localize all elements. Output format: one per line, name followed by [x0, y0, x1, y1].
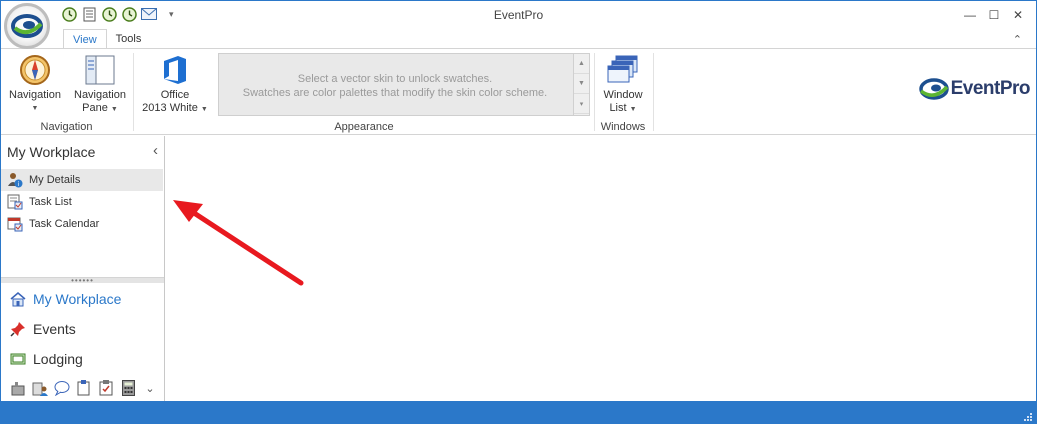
navigation-pane: My Workplace ‹ i My Details Task List Ta… [1, 136, 165, 401]
window-list-button[interactable]: Window List ▼ [597, 53, 649, 116]
nav-overflow-row: ⌄ [10, 380, 158, 396]
task-list-icon [7, 194, 23, 210]
brand-name: EventPro [950, 78, 1031, 99]
nav-pane-header: My Workplace [7, 144, 96, 160]
nav-button-label: Lodging [33, 351, 83, 367]
resize-grip-icon[interactable] [1023, 412, 1033, 422]
navigation-button[interactable]: Navigation ▼ [7, 53, 63, 115]
nav-item-label: My Details [29, 174, 81, 186]
tab-view[interactable]: View [63, 29, 107, 49]
user-info-icon: i [8, 173, 23, 188]
ribbon: Navigation ▼ Navigation Pane ▼ Navigatio… [1, 48, 1036, 135]
maximize-button[interactable]: ☐ [982, 5, 1006, 25]
eventpro-brand-logo: EventPro [918, 77, 1031, 101]
collapse-pane-icon[interactable]: ‹ [153, 142, 158, 159]
stacked-windows-icon [606, 53, 640, 87]
gallery-scrollbar[interactable]: ▲ ▼ ▾ [573, 54, 589, 115]
nav-item-label: Task List [29, 196, 72, 208]
office-logo-icon [158, 53, 192, 87]
title-bar: ▾ EventPro — ☐ ✕ [1, 1, 1036, 49]
task-calendar-icon [7, 217, 23, 232]
nav-button-my-workplace[interactable]: My Workplace [1, 285, 163, 313]
nav-button-label: My Workplace [33, 291, 122, 307]
close-button[interactable]: ✕ [1006, 5, 1030, 25]
status-bar [1, 401, 1036, 423]
group-separator [653, 53, 654, 131]
appearance-group-label: Appearance [334, 121, 394, 133]
navigation-button-label: Navigation [9, 89, 61, 101]
office-skin-line1: Office [160, 89, 190, 101]
pushpin-icon [10, 322, 25, 337]
nav-button-label: Events [33, 321, 76, 337]
clipboard-check-icon[interactable] [98, 380, 114, 396]
navigation-pane-button[interactable]: Navigation Pane ▼ [71, 53, 129, 116]
navigation-pane-line2: Pane ▼ [82, 102, 118, 114]
collapse-ribbon-icon[interactable]: ⌃ [1013, 33, 1022, 46]
window-list-line2: List ▼ [609, 102, 637, 114]
gallery-scroll-down-icon[interactable]: ▼ [574, 74, 589, 94]
red-arrow-annotation [173, 200, 304, 286]
minimize-button[interactable]: — [958, 5, 982, 25]
navigation-group-label: Navigation [40, 121, 93, 133]
people-icon[interactable] [32, 380, 48, 396]
app-menu-button[interactable] [4, 3, 50, 49]
pane-layout-icon [83, 53, 117, 87]
chevron-down-icon[interactable]: ⌄ [142, 380, 158, 396]
nav-item-label: Task Calendar [29, 218, 100, 230]
home-icon [10, 292, 26, 307]
ribbon-tabs: View Tools [63, 29, 150, 49]
nav-item-task-calendar[interactable]: Task Calendar [1, 213, 163, 235]
gallery-scroll-up-icon[interactable]: ▲ [574, 54, 589, 74]
office-skin-button[interactable]: Office 2013 White ▼ [139, 53, 211, 116]
bed-icon [10, 353, 26, 365]
calculator-icon[interactable] [120, 380, 136, 396]
compass-icon [18, 53, 52, 87]
nav-item-task-list[interactable]: Task List [1, 191, 163, 213]
eventpro-logo-icon [11, 14, 43, 38]
building-icon[interactable] [10, 380, 26, 396]
tab-tools[interactable]: Tools [107, 29, 151, 49]
nav-button-lodging[interactable]: Lodging [1, 345, 163, 373]
windows-group: Window List ▼ Windows [595, 49, 651, 135]
dropdown-caret-icon: ▼ [31, 105, 39, 112]
window-list-line1: Window [603, 89, 643, 101]
navigation-group: Navigation ▼ Navigation Pane ▼ Navigatio… [1, 49, 132, 135]
windows-group-label: Windows [600, 121, 646, 133]
chat-bubble-icon[interactable] [54, 380, 70, 396]
pane-splitter[interactable]: •••••• [1, 276, 164, 284]
gallery-message: Select a vector skin to unlock swatches.… [242, 73, 548, 99]
navigation-pane-line1: Navigation [74, 89, 126, 101]
swatch-gallery[interactable]: Select a vector skin to unlock swatches.… [218, 53, 590, 116]
window-title: EventPro [493, 8, 544, 22]
gallery-expand-icon[interactable]: ▾ [574, 94, 589, 114]
note-icon[interactable] [76, 380, 92, 396]
app-window: ▾ EventPro — ☐ ✕ View Tools ⌃ Navigation… [0, 0, 1037, 424]
eventpro-swirl-icon [918, 78, 949, 100]
window-controls: — ☐ ✕ [958, 5, 1030, 25]
nav-item-my-details[interactable]: i My Details [1, 169, 163, 191]
nav-button-events[interactable]: Events [1, 315, 163, 343]
office-skin-line2: 2013 White ▼ [142, 102, 208, 114]
